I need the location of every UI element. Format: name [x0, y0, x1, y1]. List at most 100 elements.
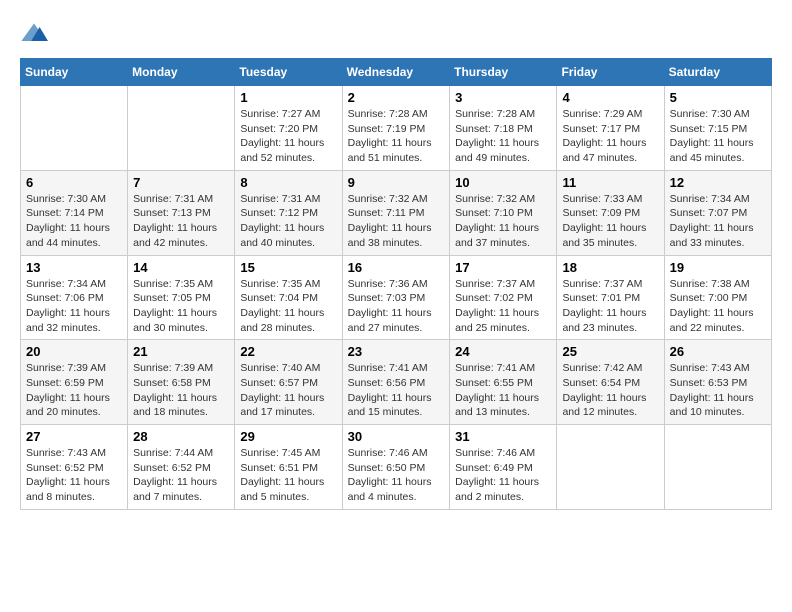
cell-content: Sunrise: 7:28 AM Sunset: 7:18 PM Dayligh… — [455, 107, 551, 166]
day-number: 29 — [240, 429, 336, 444]
day-of-week-header: Tuesday — [235, 59, 342, 86]
day-number: 21 — [133, 344, 229, 359]
day-number: 2 — [348, 90, 445, 105]
calendar-cell: 3 Sunrise: 7:28 AM Sunset: 7:18 PM Daylig… — [450, 86, 557, 171]
day-number: 12 — [670, 175, 766, 190]
calendar-cell: 24 Sunrise: 7:41 AM Sunset: 6:55 PM Dayli… — [450, 340, 557, 425]
day-number: 24 — [455, 344, 551, 359]
cell-content: Sunrise: 7:37 AM Sunset: 7:01 PM Dayligh… — [562, 277, 658, 336]
cell-content: Sunrise: 7:37 AM Sunset: 7:02 PM Dayligh… — [455, 277, 551, 336]
cell-content: Sunrise: 7:27 AM Sunset: 7:20 PM Dayligh… — [240, 107, 336, 166]
cell-content: Sunrise: 7:36 AM Sunset: 7:03 PM Dayligh… — [348, 277, 445, 336]
day-number: 16 — [348, 260, 445, 275]
calendar-cell: 1 Sunrise: 7:27 AM Sunset: 7:20 PM Daylig… — [235, 86, 342, 171]
calendar-cell: 31 Sunrise: 7:46 AM Sunset: 6:49 PM Dayli… — [450, 425, 557, 510]
calendar-header-row: SundayMondayTuesdayWednesdayThursdayFrid… — [21, 59, 772, 86]
day-of-week-header: Sunday — [21, 59, 128, 86]
day-of-week-header: Wednesday — [342, 59, 450, 86]
cell-content: Sunrise: 7:39 AM Sunset: 6:58 PM Dayligh… — [133, 361, 229, 420]
day-number: 1 — [240, 90, 336, 105]
calendar-week-row: 20 Sunrise: 7:39 AM Sunset: 6:59 PM Dayli… — [21, 340, 772, 425]
cell-content: Sunrise: 7:35 AM Sunset: 7:04 PM Dayligh… — [240, 277, 336, 336]
cell-content: Sunrise: 7:39 AM Sunset: 6:59 PM Dayligh… — [26, 361, 122, 420]
calendar-cell: 2Sunrise: 7:28 AM Sunset: 7:19 PM Daylig… — [342, 86, 450, 171]
day-number: 23 — [348, 344, 445, 359]
calendar-cell: 22 Sunrise: 7:40 AM Sunset: 6:57 PM Dayli… — [235, 340, 342, 425]
calendar-cell: 15 Sunrise: 7:35 AM Sunset: 7:04 PM Dayli… — [235, 255, 342, 340]
calendar-cell: 14 Sunrise: 7:35 AM Sunset: 7:05 PM Dayli… — [128, 255, 235, 340]
day-number: 27 — [26, 429, 122, 444]
day-number: 7 — [133, 175, 229, 190]
cell-content: Sunrise: 7:40 AM Sunset: 6:57 PM Dayligh… — [240, 361, 336, 420]
calendar-cell: 12 Sunrise: 7:34 AM Sunset: 7:07 PM Dayli… — [664, 170, 771, 255]
day-number: 28 — [133, 429, 229, 444]
day-number: 25 — [562, 344, 658, 359]
cell-content: Sunrise: 7:41 AM Sunset: 6:56 PM Dayligh… — [348, 361, 445, 420]
calendar-week-row: 1 Sunrise: 7:27 AM Sunset: 7:20 PM Daylig… — [21, 86, 772, 171]
day-of-week-header: Friday — [557, 59, 664, 86]
day-number: 9 — [348, 175, 445, 190]
calendar-cell: 17 Sunrise: 7:37 AM Sunset: 7:02 PM Dayli… — [450, 255, 557, 340]
calendar-cell: 18Sunrise: 7:37 AM Sunset: 7:01 PM Dayli… — [557, 255, 664, 340]
day-number: 11 — [562, 175, 658, 190]
calendar-week-row: 6 Sunrise: 7:30 AM Sunset: 7:14 PM Daylig… — [21, 170, 772, 255]
cell-content: Sunrise: 7:29 AM Sunset: 7:17 PM Dayligh… — [562, 107, 658, 166]
calendar-cell: 21 Sunrise: 7:39 AM Sunset: 6:58 PM Dayli… — [128, 340, 235, 425]
cell-content: Sunrise: 7:33 AM Sunset: 7:09 PM Dayligh… — [562, 192, 658, 251]
calendar-cell: 10Sunrise: 7:32 AM Sunset: 7:10 PM Dayli… — [450, 170, 557, 255]
cell-content: Sunrise: 7:30 AM Sunset: 7:15 PM Dayligh… — [670, 107, 766, 166]
cell-content: Sunrise: 7:31 AM Sunset: 7:12 PM Dayligh… — [240, 192, 336, 251]
day-of-week-header: Saturday — [664, 59, 771, 86]
calendar-cell: 23 Sunrise: 7:41 AM Sunset: 6:56 PM Dayli… — [342, 340, 450, 425]
day-number: 19 — [670, 260, 766, 275]
calendar-cell — [557, 425, 664, 510]
cell-content: Sunrise: 7:35 AM Sunset: 7:05 PM Dayligh… — [133, 277, 229, 336]
day-number: 10 — [455, 175, 551, 190]
page-header — [20, 20, 772, 48]
cell-content: Sunrise: 7:41 AM Sunset: 6:55 PM Dayligh… — [455, 361, 551, 420]
day-of-week-header: Monday — [128, 59, 235, 86]
cell-content: Sunrise: 7:42 AM Sunset: 6:54 PM Dayligh… — [562, 361, 658, 420]
calendar-cell — [664, 425, 771, 510]
day-number: 31 — [455, 429, 551, 444]
day-number: 20 — [26, 344, 122, 359]
cell-content: Sunrise: 7:44 AM Sunset: 6:52 PM Dayligh… — [133, 446, 229, 505]
calendar-cell: 26 Sunrise: 7:43 AM Sunset: 6:53 PM Dayli… — [664, 340, 771, 425]
cell-content: Sunrise: 7:46 AM Sunset: 6:49 PM Dayligh… — [455, 446, 551, 505]
day-number: 26 — [670, 344, 766, 359]
cell-content: Sunrise: 7:38 AM Sunset: 7:00 PM Dayligh… — [670, 277, 766, 336]
calendar-cell: 29 Sunrise: 7:45 AM Sunset: 6:51 PM Dayli… — [235, 425, 342, 510]
day-number: 4 — [562, 90, 658, 105]
day-number: 15 — [240, 260, 336, 275]
cell-content: Sunrise: 7:30 AM Sunset: 7:14 PM Dayligh… — [26, 192, 122, 251]
day-number: 22 — [240, 344, 336, 359]
calendar-cell: 4 Sunrise: 7:29 AM Sunset: 7:17 PM Daylig… — [557, 86, 664, 171]
calendar-cell: 9Sunrise: 7:32 AM Sunset: 7:11 PM Daylig… — [342, 170, 450, 255]
calendar-cell: 11 Sunrise: 7:33 AM Sunset: 7:09 PM Dayli… — [557, 170, 664, 255]
cell-content: Sunrise: 7:34 AM Sunset: 7:06 PM Dayligh… — [26, 277, 122, 336]
cell-content: Sunrise: 7:34 AM Sunset: 7:07 PM Dayligh… — [670, 192, 766, 251]
day-number: 17 — [455, 260, 551, 275]
logo-icon — [20, 20, 48, 48]
day-number: 30 — [348, 429, 445, 444]
calendar-cell: 20 Sunrise: 7:39 AM Sunset: 6:59 PM Dayli… — [21, 340, 128, 425]
cell-content: Sunrise: 7:45 AM Sunset: 6:51 PM Dayligh… — [240, 446, 336, 505]
day-number: 3 — [455, 90, 551, 105]
day-of-week-header: Thursday — [450, 59, 557, 86]
cell-content: Sunrise: 7:43 AM Sunset: 6:52 PM Dayligh… — [26, 446, 122, 505]
calendar-week-row: 13Sunrise: 7:34 AM Sunset: 7:06 PM Dayli… — [21, 255, 772, 340]
logo — [20, 20, 50, 48]
day-number: 5 — [670, 90, 766, 105]
cell-content: Sunrise: 7:31 AM Sunset: 7:13 PM Dayligh… — [133, 192, 229, 251]
day-number: 6 — [26, 175, 122, 190]
calendar-cell: 7 Sunrise: 7:31 AM Sunset: 7:13 PM Daylig… — [128, 170, 235, 255]
cell-content: Sunrise: 7:43 AM Sunset: 6:53 PM Dayligh… — [670, 361, 766, 420]
calendar-cell: 19 Sunrise: 7:38 AM Sunset: 7:00 PM Dayli… — [664, 255, 771, 340]
day-number: 14 — [133, 260, 229, 275]
day-number: 8 — [240, 175, 336, 190]
calendar-table: SundayMondayTuesdayWednesdayThursdayFrid… — [20, 58, 772, 510]
calendar-cell: 5 Sunrise: 7:30 AM Sunset: 7:15 PM Daylig… — [664, 86, 771, 171]
calendar-cell: 8 Sunrise: 7:31 AM Sunset: 7:12 PM Daylig… — [235, 170, 342, 255]
calendar-cell: 28 Sunrise: 7:44 AM Sunset: 6:52 PM Dayli… — [128, 425, 235, 510]
calendar-cell — [21, 86, 128, 171]
